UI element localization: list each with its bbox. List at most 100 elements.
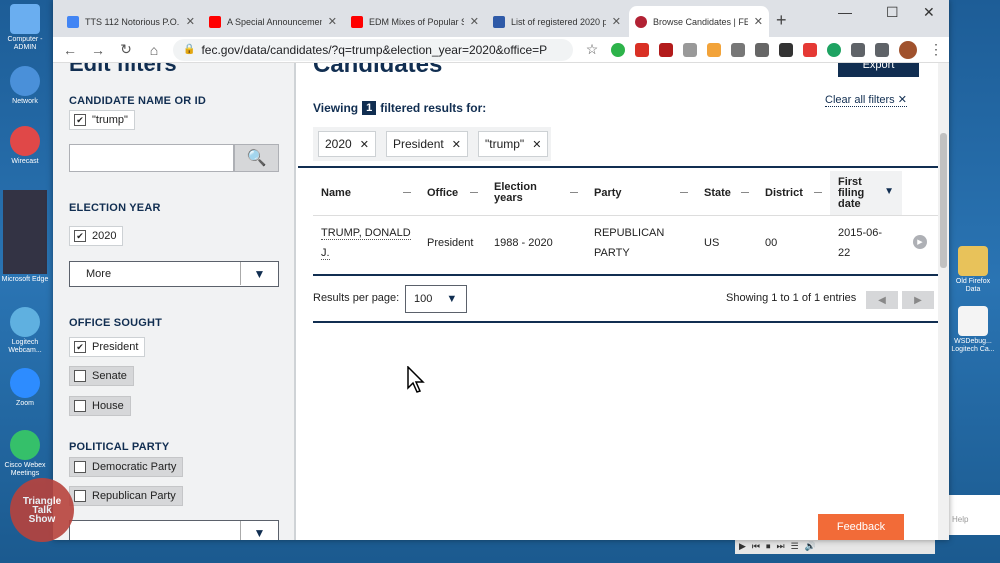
minimize-icon[interactable]: — [838,4,852,20]
badge-icon[interactable] [731,42,745,57]
forward-icon[interactable]: → [89,42,107,58]
extension-green-icon[interactable] [611,42,625,57]
tab-title: Browse Candidates | FEC [653,16,748,27]
tab-edm[interactable]: EDM Mixes of Popular So ✕ [345,6,485,37]
puzzle-icon[interactable] [851,42,865,57]
close-icon[interactable]: ✕ [328,15,337,28]
stop-icon[interactable]: ⏹ [766,541,771,552]
column-header-party[interactable]: Party [586,171,696,215]
address-bar[interactable]: 🔒 fec.gov/data/candidates/?q=trump&elect… [173,38,573,61]
filter-tag-name[interactable]: "trump" ✕ [478,131,549,157]
url-text: fec.gov/data/candidates/?q=trump&electio… [201,42,548,57]
column-header-office[interactable]: Office [419,171,486,215]
chevron-down-icon: ▼ [446,293,458,305]
column-header-district[interactable]: District [757,171,830,215]
close-icon[interactable]: ✕ [186,15,195,28]
column-header-name[interactable]: Name [313,171,419,215]
office-checkbox-senate[interactable]: Senate [69,366,134,386]
maximize-icon[interactable]: ☐ [886,4,899,21]
profile-avatar[interactable] [899,40,917,59]
media-controls[interactable]: ▶ ⏮ ⏹ ⏭ ☰ 🔊 [735,538,935,554]
gmail-icon[interactable] [635,42,649,57]
previous-page-button[interactable]: ◀ [866,291,898,309]
tab-tts[interactable]: TTS 112 Notorious P.O.D. ✕ [61,6,201,37]
year-filter-chip[interactable]: ✔ 2020 [69,226,124,246]
scrollbar-thumb[interactable] [940,133,947,268]
column-header-first-filing-date[interactable]: First filing date ▼ [830,171,902,215]
desktop-icon-wirecast[interactable]: Wirecast [0,126,50,166]
more-years-dropdown[interactable]: More ▼ [69,261,279,287]
viewing-suffix: filtered results for: [380,101,487,115]
remove-tag-icon[interactable]: ✕ [360,138,369,151]
tab-browse-candidates[interactable]: Browse Candidates | FEC ✕ [629,6,769,37]
checkbox-unchecked-icon [74,400,86,412]
extension-dark-icon[interactable] [779,42,793,57]
new-tab-icon[interactable]: + [776,10,787,31]
next-icon[interactable]: ⏭ [777,541,785,552]
volume-icon[interactable]: 🔊 [805,541,816,552]
reload-icon[interactable]: ↻ [117,41,135,58]
rss-icon[interactable] [707,42,721,57]
map-pin-icon[interactable] [755,42,769,57]
candidate-filter-chip[interactable]: ✔ "trump" [69,110,135,130]
desktop-icon-edge[interactable]: Microsoft Edge [0,190,50,284]
webcam-icon [10,307,40,337]
browser-toolbar: ← → ↻ ⌂ 🔒 fec.gov/data/candidates/?q=tru… [53,37,949,63]
desktop-icon-computer[interactable]: Computer - ADMIN [0,4,50,52]
help-text: Help [952,515,969,524]
page-scrollbar[interactable] [938,63,949,540]
remove-tag-icon[interactable]: ✕ [452,138,461,151]
search-button[interactable]: 🔍 [234,144,279,172]
column-label: District [765,186,803,199]
tab-announcement[interactable]: A Special Announcement ✕ [203,6,343,37]
candidate-search-input[interactable] [69,144,234,172]
office-label: President [92,341,139,353]
section-divider [313,321,938,323]
back-icon[interactable]: ← [61,42,79,58]
shield-icon[interactable] [659,42,673,57]
close-icon[interactable]: ✕ [470,15,479,28]
desktop-icon-network[interactable]: Network [0,66,50,106]
home-icon[interactable]: ⌂ [145,42,163,58]
office-checkbox-house[interactable]: House [69,396,131,416]
playlist-icon[interactable] [875,42,889,57]
close-window-icon[interactable]: ✕ [923,4,935,21]
tag-label: "trump" [485,137,525,151]
desktop-icon-webex[interactable]: Cisco Webex Meetings [0,430,50,478]
desktop-icon-zoom[interactable]: Zoom [0,368,50,408]
candidate-link[interactable]: TRUMP, DONALD J. [321,227,411,260]
row-expand-icon[interactable]: ▶ [913,235,927,249]
menu-icon[interactable]: ⋮ [927,41,945,58]
filter-tag-year[interactable]: 2020 ✕ [318,131,376,157]
party-dropdown[interactable]: ▼ [69,520,279,540]
tab-title: TTS 112 Notorious P.O.D. [85,16,180,27]
bookmark-star-icon[interactable]: ☆ [583,41,601,58]
previous-icon[interactable]: ⏮ [752,541,760,552]
results-per-page-select[interactable]: 100 ▼ [405,285,467,313]
close-icon[interactable]: ✕ [612,15,621,28]
desktop-icon-wsdebug[interactable]: WSDebug... Logitech Ca... [948,306,998,354]
cell-name[interactable]: TRUMP, DONALD J. [313,223,413,263]
party-checkbox-republican[interactable]: Republican Party [69,486,183,506]
tab-registered[interactable]: List of registered 2020 p ✕ [487,6,627,37]
export-button[interactable]: Export [838,63,919,77]
column-header-state[interactable]: State [696,171,757,215]
close-icon[interactable]: ✕ [754,15,763,28]
clear-all-filters-link[interactable]: Clear all filters ✕ [825,93,907,107]
column-header-election-years[interactable]: Election years [486,171,586,215]
column-label: Office [427,186,459,199]
desktop-icon-logitech[interactable]: Logitech Webcam... [0,307,50,355]
play-icon[interactable]: ▶ [739,541,746,552]
chat-icon[interactable] [683,42,697,57]
red-label-icon[interactable] [803,42,817,57]
green-dot-icon[interactable] [827,42,841,57]
desktop-icon-firefox-data[interactable]: Old Firefox Data [948,246,998,294]
feedback-button[interactable]: Feedback [818,514,904,540]
filter-tag-office[interactable]: President ✕ [386,131,468,157]
party-checkbox-democratic[interactable]: Democratic Party [69,457,184,477]
remove-tag-icon[interactable]: ✕ [532,138,541,151]
tab-strip: TTS 112 Notorious P.O.D. ✕ A Special Ann… [53,0,949,37]
next-page-button[interactable]: ▶ [902,291,934,309]
playlist-icon[interactable]: ☰ [791,541,799,552]
office-checkbox-president[interactable]: ✔ President [69,337,146,357]
